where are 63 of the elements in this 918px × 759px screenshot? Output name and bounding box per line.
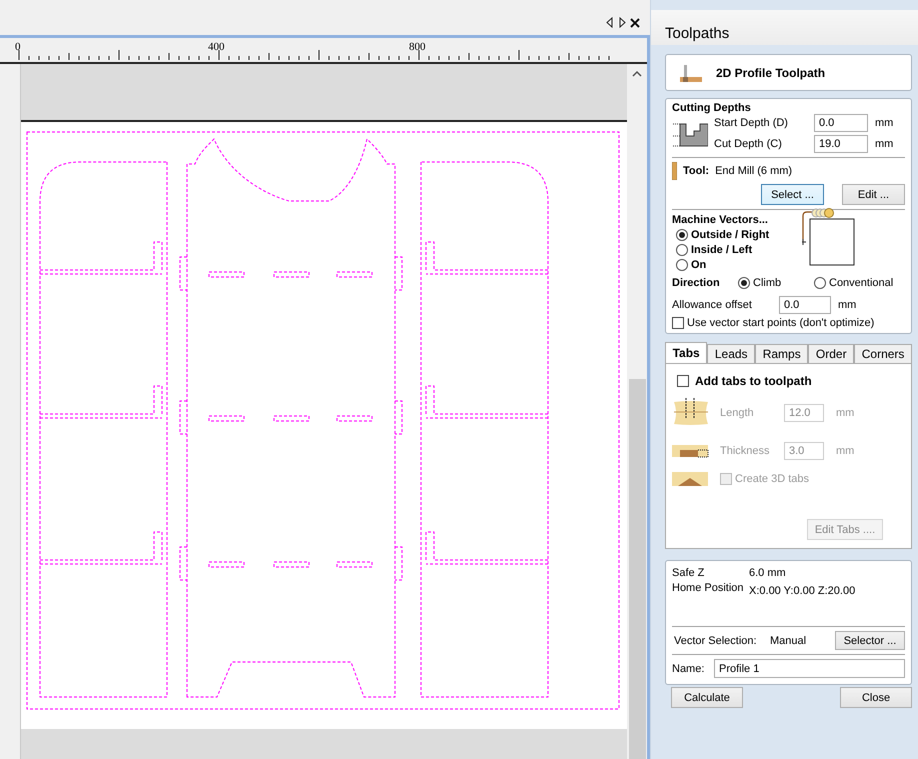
unit-label: mm <box>875 117 894 129</box>
depth-input[interactable]: 0.0 <box>814 114 868 132</box>
radio-button[interactable] <box>676 229 688 241</box>
scroll-left-icon[interactable] <box>606 17 614 28</box>
vector-selection-label: Vector Selection: <box>674 634 758 646</box>
section-title: Cutting Depths <box>672 102 752 114</box>
scroll-up-icon[interactable] <box>632 70 642 78</box>
tab[interactable]: Tabs <box>665 342 708 363</box>
field-label: Allowance offset <box>672 299 753 311</box>
radio-label: On <box>691 259 706 271</box>
panel-title: Toolpaths <box>651 10 918 45</box>
direction-label: Direction <box>672 277 721 289</box>
close-button[interactable]: Close <box>840 687 912 708</box>
name-label: Name: <box>672 662 706 674</box>
field-label: Start Depth (D) <box>714 117 789 129</box>
tab[interactable]: Ramps <box>755 344 808 363</box>
name-input[interactable]: Profile 1 <box>714 659 905 678</box>
checkbox[interactable] <box>677 375 689 387</box>
allowance-input[interactable]: 0.0 <box>779 296 831 314</box>
tab[interactable]: Leads <box>707 344 756 363</box>
close-icon[interactable] <box>630 18 640 28</box>
radio-button[interactable] <box>814 277 826 289</box>
info-label: Home Position <box>672 582 745 594</box>
tool-label: Tool: <box>683 165 710 177</box>
ruler-label: 800 <box>409 41 426 53</box>
ruler-label: 0 <box>15 41 20 53</box>
checkbox-label: Create 3D tabs <box>735 473 809 485</box>
unit-label: mm <box>875 138 894 150</box>
profile-tool-icon <box>680 64 702 82</box>
field-label: Thickness <box>720 445 771 457</box>
calculate-button[interactable]: Calculate <box>671 687 743 708</box>
field-label: Length <box>720 407 755 419</box>
radio-button[interactable] <box>676 259 688 271</box>
field-label: Cut Depth (C) <box>714 138 783 150</box>
radio-label: Conventional <box>829 277 894 289</box>
radio-label: Outside / Right <box>691 229 770 241</box>
toolpath-type-title: 2D Profile Toolpath <box>716 66 826 80</box>
edit-button[interactable]: Edit ... <box>842 184 905 205</box>
checkbox-label: Use vector start points (don't optimize) <box>687 317 874 329</box>
info-label: Safe Z <box>672 567 706 579</box>
tab[interactable]: Order <box>808 344 854 363</box>
scrollbar-thumb[interactable] <box>628 379 646 759</box>
section-title: Machine Vectors... <box>672 214 769 226</box>
ruler-label: 400 <box>208 41 224 53</box>
info-value: 6.0 mm <box>749 567 786 579</box>
vector-selection-value: Manual <box>770 634 806 646</box>
radio-label: Climb <box>753 277 782 289</box>
select-button[interactable]: Select ... <box>761 184 824 205</box>
checkbox[interactable] <box>672 317 684 329</box>
unit-label: mm <box>836 407 854 419</box>
selector-button[interactable]: Selector ... <box>835 631 905 650</box>
checkbox-label: Add tabs to toolpath <box>695 374 812 388</box>
radio-button[interactable] <box>738 277 750 289</box>
radio-label: Inside / Left <box>691 244 752 256</box>
end-mill-icon <box>672 162 677 180</box>
tool-name: End Mill (6 mm) <box>715 165 792 177</box>
tab[interactable]: Corners <box>854 344 912 363</box>
scroll-right-icon[interactable] <box>618 17 626 28</box>
radio-button[interactable] <box>676 244 688 256</box>
unit-label: mm <box>838 299 856 311</box>
info-value: X:0.00 Y:0.00 Z:20.00 <box>749 585 856 597</box>
unit-label: mm <box>836 445 854 457</box>
depth-input[interactable]: 19.0 <box>814 135 868 153</box>
